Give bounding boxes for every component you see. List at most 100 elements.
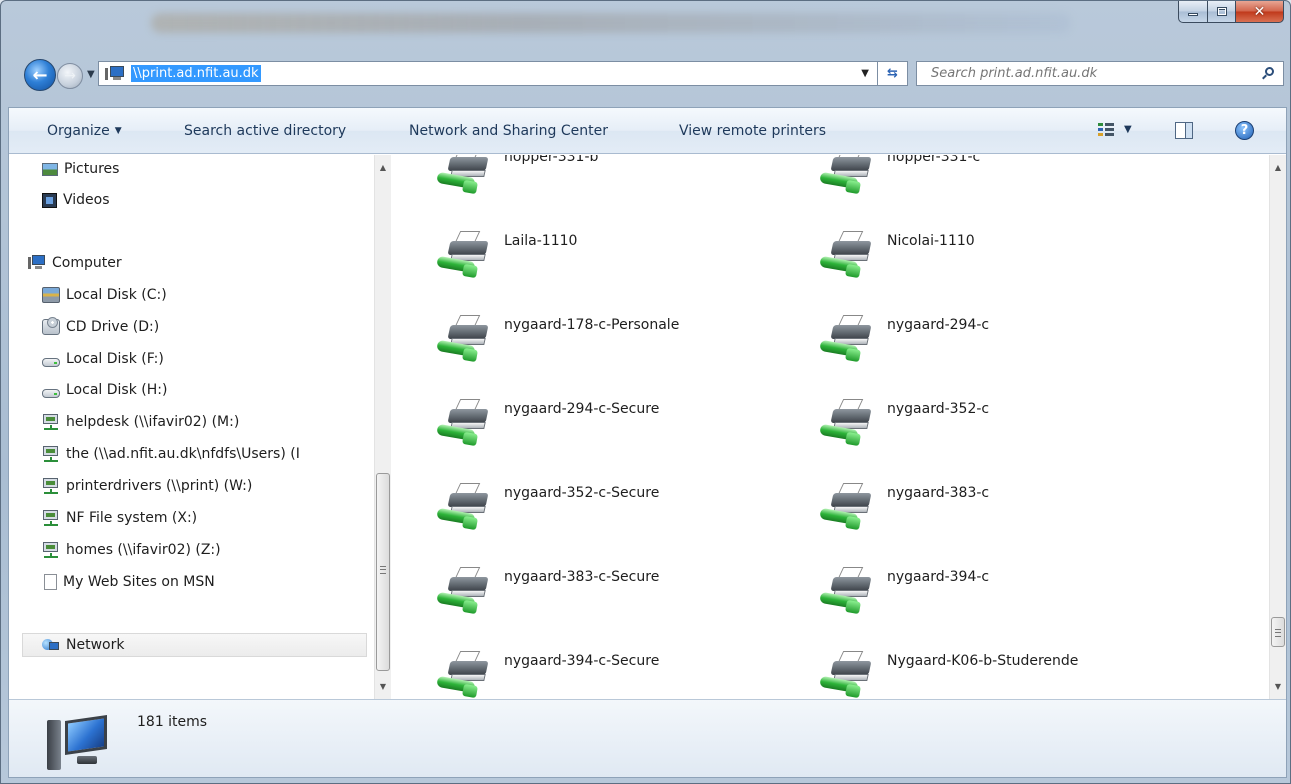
printer-icon [436,481,493,533]
scroll-thumb[interactable] [376,473,390,671]
nav-item-videos[interactable]: Videos [42,189,110,211]
scroll-thumb[interactable] [1271,617,1285,647]
printer-item[interactable]: hopper-331-c [819,155,1200,205]
maximize-button[interactable] [1208,1,1236,23]
network-sharing-center-button[interactable]: Network and Sharing Center [409,123,608,139]
search-box[interactable] [916,61,1284,86]
title-bar[interactable]: ✕ [1,1,1290,45]
page-icon [44,574,57,590]
nav-item-homes-z[interactable]: homes (\\ifavir02) (Z:) [42,539,221,561]
navigation-row: ← → ▼ \\print.ad.nfit.au.dk ▼ ⇆ [7,57,1286,93]
printer-name: hopper-331-c [887,155,981,165]
close-icon: ✕ [1253,3,1266,20]
address-dropdown-button[interactable]: ▼ [861,68,869,79]
printer-icon [819,649,876,699]
window-controls: ✕ [1178,1,1284,23]
nav-item-local-disk-c[interactable]: Local Disk (C:) [42,284,167,306]
nav-item-label: My Web Sites on MSN [63,574,215,590]
recent-pages-button[interactable]: ▼ [87,69,95,80]
printer-name: Laila-1110 [504,233,578,249]
printer-item[interactable]: Nygaard-K06-b-Studerende [819,649,1200,699]
printer-item[interactable]: nygaard-383-c [819,481,1200,541]
pictures-icon [42,162,58,176]
organize-label: Organize [47,123,110,139]
printer-name: nygaard-394-c-Secure [504,653,660,669]
nav-item-cd-drive-d[interactable]: CD Drive (D:) [42,316,159,338]
refresh-button[interactable]: ⇆ [878,61,908,86]
address-path[interactable]: \\print.ad.nfit.au.dk [131,65,261,82]
printer-icon [819,313,876,365]
printer-item[interactable]: hopper-331-b [436,155,817,205]
nav-item-label: Local Disk (H:) [66,382,168,398]
printer-icon [436,155,493,197]
scroll-down-button[interactable]: ▼ [375,678,391,695]
nav-item-label: Pictures [64,161,120,177]
computer-icon [28,255,46,271]
printer-item[interactable]: nygaard-352-c-Secure [436,481,817,541]
file-list: hopper-331-b hopper-331-c Laila-1110 Nic… [392,155,1269,699]
nav-item-helpdesk-m[interactable]: helpdesk (\\ifavir02) (M:) [42,411,239,433]
nav-item-users-share[interactable]: the (\\ad.nfit.au.dk\nfdfs\Users) (I [42,443,300,465]
nav-item-network[interactable]: Network [22,633,367,657]
view-remote-printers-button[interactable]: View remote printers [679,123,826,139]
printer-item[interactable]: nygaard-383-c-Secure [436,565,817,625]
view-options-button[interactable]: ▼ [1124,124,1132,135]
nav-item-label: the (\\ad.nfit.au.dk\nfdfs\Users) (I [66,446,300,462]
network-drive-icon [42,414,60,430]
blurred-background [151,13,1071,33]
nav-item-my-web-sites[interactable]: My Web Sites on MSN [42,571,215,593]
search-input[interactable] [931,66,1251,81]
nav-item-local-disk-f[interactable]: Local Disk (F:) [42,348,164,370]
nav-item-label: Videos [63,192,110,208]
change-view-icon[interactable] [1098,122,1114,138]
command-bar: Organize ▼ Search active directory Networ… [9,108,1286,154]
scroll-down-button[interactable]: ▼ [1270,678,1286,695]
printer-item[interactable]: nygaard-394-c-Secure [436,649,817,699]
file-list-scrollbar[interactable]: ▲ ▼ [1269,155,1286,699]
scroll-up-button[interactable]: ▲ [375,159,391,176]
network-drive-icon [42,542,60,558]
printer-item[interactable]: nygaard-352-c [819,397,1200,457]
address-bar[interactable]: \\print.ad.nfit.au.dk ▼ [98,61,878,86]
nav-item-local-disk-h[interactable]: Local Disk (H:) [42,379,167,401]
printer-name: nygaard-352-c [887,401,990,417]
organize-button[interactable]: Organize ▼ [47,123,122,139]
help-icon[interactable]: ? [1235,121,1254,140]
printer-icon [436,397,493,449]
scroll-up-button[interactable]: ▲ [1270,159,1286,176]
nav-item-label: homes (\\ifavir02) (Z:) [66,542,221,558]
network-icon [42,637,60,653]
nav-pane-scrollbar[interactable]: ▲ ▼ [374,155,391,699]
back-arrow-icon: ← [32,64,48,86]
nav-item-nf-file-system-x[interactable]: NF File system (X:) [42,507,197,529]
nav-item-printerdrivers-w[interactable]: printerdrivers (\\print) (W:) [42,475,252,497]
close-button[interactable]: ✕ [1236,1,1284,23]
printer-item[interactable]: nygaard-178-c-Personale [436,313,817,373]
forward-button[interactable]: → [57,63,83,89]
nav-item-label: printerdrivers (\\print) (W:) [66,478,253,494]
printer-item[interactable]: nygaard-294-c-Secure [436,397,817,457]
nav-item-label: Local Disk (F:) [66,351,164,367]
network-drive-icon [42,478,60,494]
printer-item[interactable]: nygaard-394-c [819,565,1200,625]
search-icon[interactable] [1262,67,1275,80]
printer-name: Nygaard-K06-b-Studerende [887,653,1079,669]
chevron-down-icon: ▼ [114,126,122,136]
printer-icon [819,397,876,449]
printer-name: nygaard-394-c [887,569,990,585]
minimize-button[interactable] [1178,1,1208,23]
printer-name: nygaard-294-c [887,317,990,333]
nav-item-pictures[interactable]: Pictures [42,158,119,180]
printer-icon [819,155,876,197]
nav-item-label: CD Drive (D:) [66,319,160,335]
search-active-directory-button[interactable]: Search active directory [184,123,346,139]
printer-item[interactable]: nygaard-294-c [819,313,1200,373]
preview-pane-icon[interactable] [1175,122,1193,139]
printer-item[interactable]: Nicolai-1110 [819,229,1200,289]
printer-item[interactable]: Laila-1110 [436,229,817,289]
nav-item-computer[interactable]: Computer [28,252,122,274]
network-drive-icon [42,446,60,462]
back-button[interactable]: ← [24,59,56,91]
explorer-window: ✕ ← → ▼ \\print.ad.nfit.au.dk ▼ ⇆ Organi… [0,0,1291,784]
cd-drive-icon [42,317,60,335]
